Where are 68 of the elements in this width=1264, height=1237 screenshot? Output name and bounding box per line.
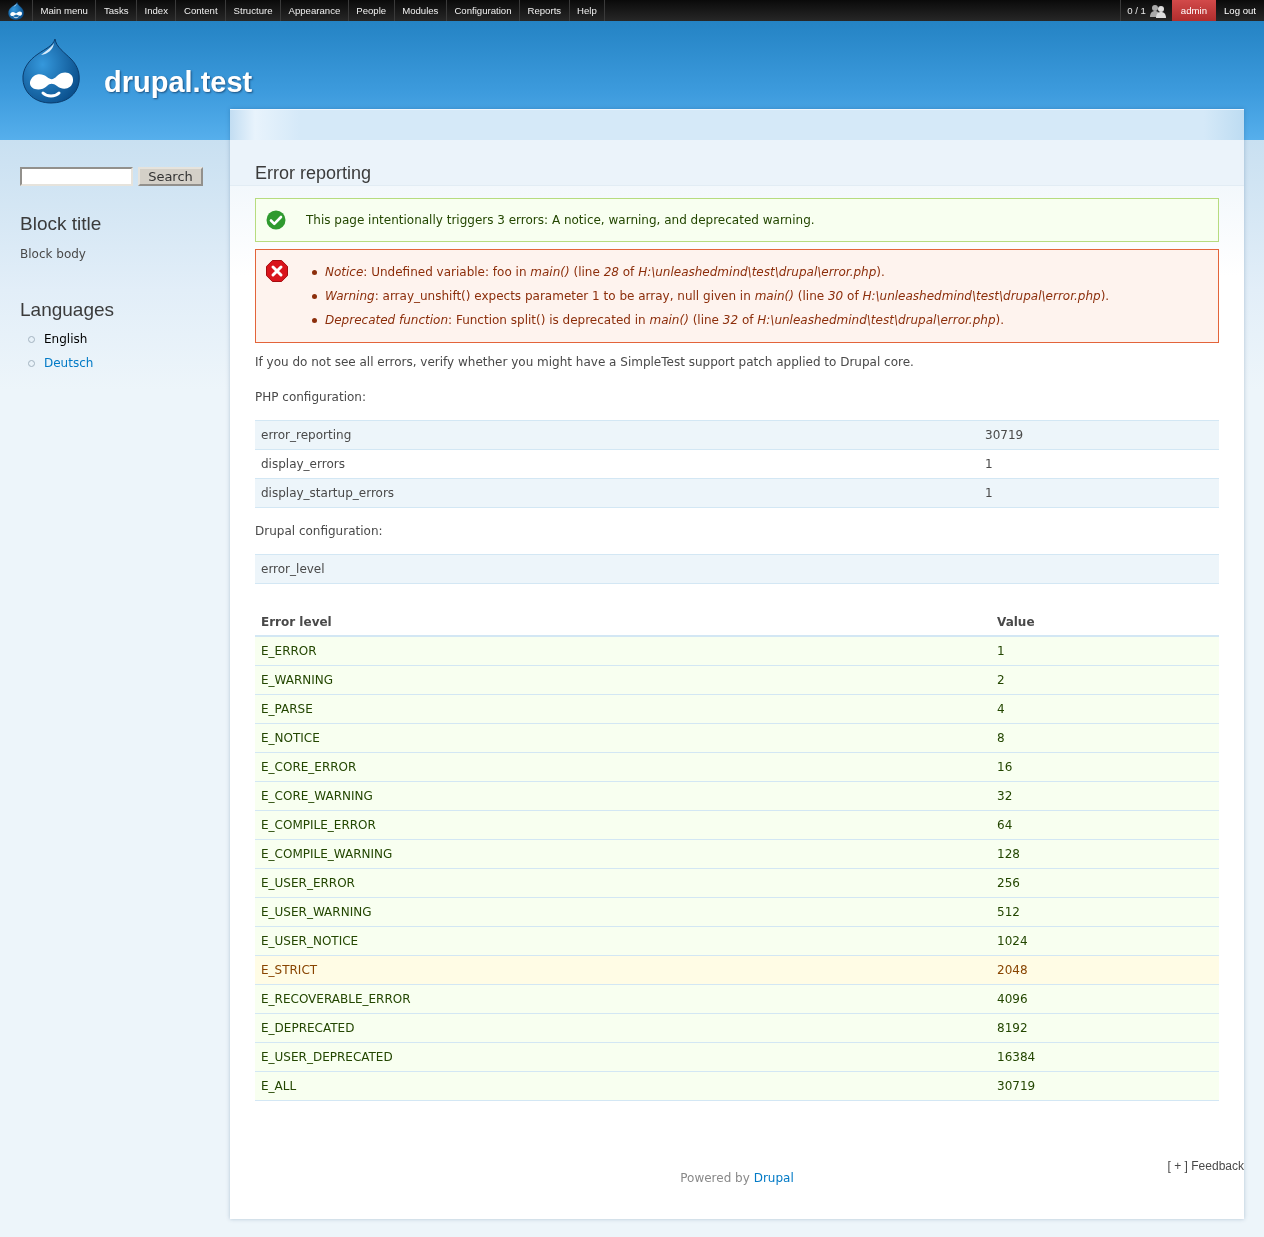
logout-link[interactable]: Log out [1216,0,1264,21]
feedback-link[interactable]: [ + ] Feedback [1167,1159,1244,1173]
table-cell: display_errors [255,449,979,479]
status-message: This page intentionally triggers 3 errors: A notice, warning, and deprecated warning. [306,212,815,229]
section-label: PHP configuration: [255,389,367,406]
table-cell: E_RECOVERABLE_ERROR [255,984,991,1014]
table-cell: 1 [979,478,1219,508]
table-cell: display_startup_errors [255,478,979,508]
table-cell: E_USER_ERROR [255,868,991,898]
drop-logo-icon[interactable] [22,38,80,104]
table-cell: 512 [991,897,1219,927]
users-icon [1149,3,1166,18]
table-cell: 2 [991,665,1219,695]
table-cell: E_NOTICE [255,723,991,753]
table-cell: 64 [991,810,1219,840]
drop-logo-icon[interactable] [8,1,24,20]
table-cell: 16 [991,752,1219,782]
block-title: Block title [20,212,103,236]
table-cell: 32 [991,781,1219,811]
error-message: Warning: array_unshift() expects parameter 1 to be array, null given in main() (line 30 of H:\unleashedmind\test\drupal\error.php). [325,288,1110,305]
table-cell: E_USER_NOTICE [255,926,991,956]
table-cell: 30719 [979,420,1219,450]
page-title: Error reporting [255,162,373,185]
table-cell: 256 [991,868,1219,898]
table-cell: E_PARSE [255,694,991,724]
table-cell: 8 [991,723,1219,753]
cross-octagon-icon [266,260,288,282]
table-cell: 4 [991,694,1219,724]
table-cell: 1024 [991,926,1219,956]
search-button[interactable]: Search [138,167,203,186]
check-circle-icon [266,210,286,230]
table-cell: E_ERROR [255,636,991,666]
table-cell: 2048 [991,955,1219,985]
table-cell: 1 [991,636,1219,666]
table-cell: E_USER_DEPRECATED [255,1042,991,1072]
block-body: Block body [20,246,87,263]
section-label: Drupal configuration: [255,523,384,540]
language-link[interactable]: English [44,330,88,348]
bullet-icon [312,269,317,275]
error-message: Deprecated function: Function split() is deprecated in main() (line 32 of H:\unleashedmind\test\drupal\error.php). [325,312,1004,329]
table-cell: E_CORE_WARNING [255,781,991,811]
search-field[interactable] [20,167,133,186]
bullet-icon [312,293,317,299]
table-cell: E_ALL [255,1071,991,1101]
table-cell: 4096 [991,984,1219,1014]
table-cell: E_USER_WARNING [255,897,991,927]
table-cell: E_STRICT [255,955,991,985]
table-cell: 30719 [991,1071,1219,1101]
bullet-icon [312,317,317,323]
table-cell: 8192 [991,1013,1219,1043]
footer-text: Powered by Drupal [680,1171,794,1185]
help-text: If you do not see all errors, verify whether you might have a SimpleTest support patch applied to Drupal core. [255,354,915,371]
table-cell: E_COMPILE_ERROR [255,810,991,840]
table-cell: E_CORE_ERROR [255,752,991,782]
user-link[interactable]: admin [1171,0,1216,21]
block-title: Languages [20,298,116,322]
table-cell: 16384 [991,1042,1219,1072]
drupal-link[interactable]: Drupal [753,1171,794,1185]
error-message: Notice: Undefined variable: foo in main() (line 28 of H:\unleashedmind\test\drupal\error.php). [325,264,885,281]
language-link[interactable]: Deutsch [44,354,94,372]
table-cell: 128 [991,839,1219,869]
online-count: 0 / 1 [1127,4,1146,18]
table-cell: E_DEPRECATED [255,1013,991,1043]
table-cell: E_COMPILE_WARNING [255,839,991,869]
table-cell: error_level [255,554,1219,584]
table-cell: 1 [979,449,1219,479]
table-cell: E_WARNING [255,665,991,695]
table-cell: error_reporting [255,420,979,450]
